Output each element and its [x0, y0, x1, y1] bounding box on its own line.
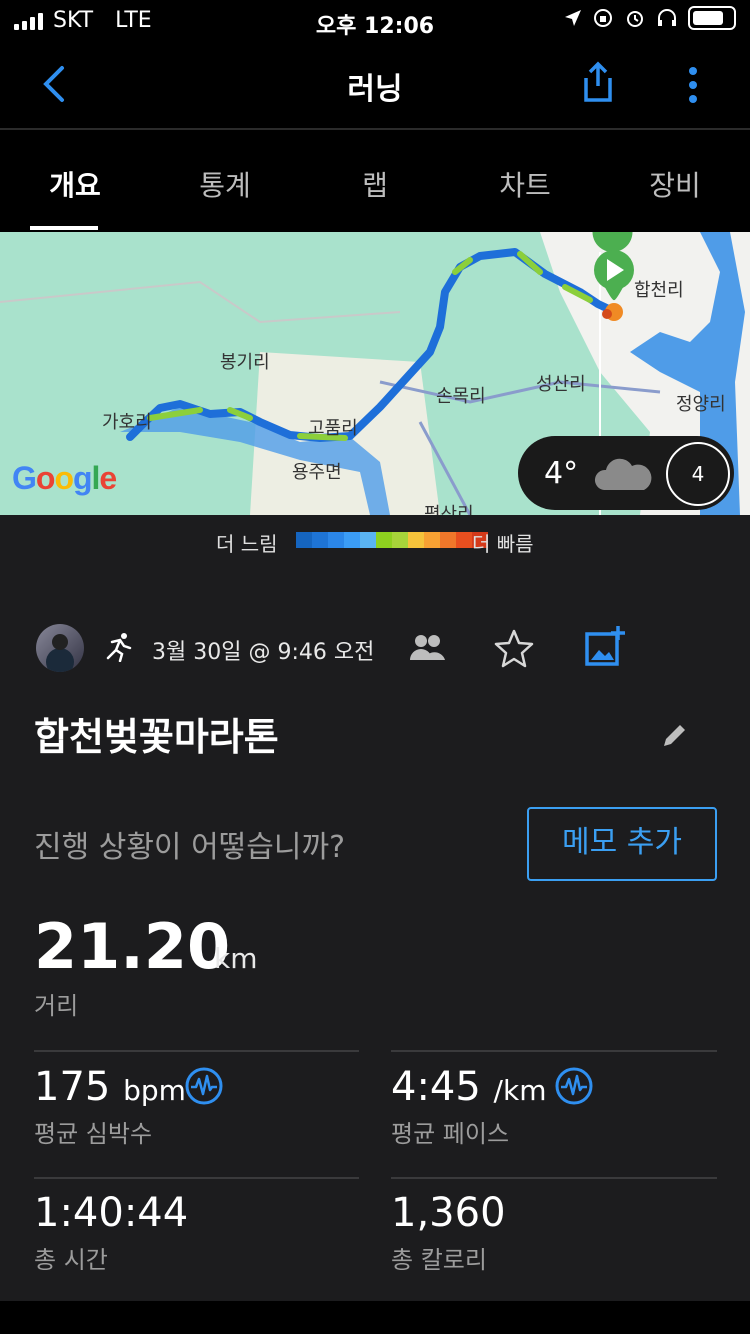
alarm-icon	[627, 11, 643, 27]
add-memo-button[interactable]: 메모 추가	[527, 807, 717, 881]
pace-stat[interactable]: 4:45 /km	[391, 1064, 546, 1110]
pace-legend: 더 느림 더 빠름	[0, 522, 750, 562]
activity-date: 3월 30일 @ 9:46 오전	[152, 640, 375, 665]
pace-color-swatch	[376, 532, 392, 548]
map-label-pyeongsan: 평산리	[424, 504, 474, 515]
pace-color-swatch	[408, 532, 424, 548]
legend-slow-label: 더 느림	[216, 532, 278, 556]
heart-rate-chart-icon[interactable]	[184, 1066, 224, 1106]
heart-rate-value: 175	[34, 1064, 111, 1110]
pace-color-swatch	[296, 532, 312, 548]
running-icon	[106, 633, 132, 662]
heart-rate-label: 평균 심박수	[34, 1120, 153, 1148]
location-arrow-icon	[565, 10, 581, 26]
heart-rate-unit: bpm	[123, 1074, 186, 1107]
pace-color-swatch	[392, 532, 408, 548]
rotation-lock-icon	[594, 9, 612, 27]
pace-color-swatch	[328, 532, 344, 548]
people-icon[interactable]	[408, 632, 446, 662]
divider	[34, 1177, 359, 1179]
page-title: 러닝	[347, 72, 403, 107]
google-logo: Google	[12, 460, 117, 496]
tab-stats[interactable]: 통계	[150, 130, 300, 230]
pace-color-scale	[296, 532, 488, 548]
activity-title: 합천벚꽃마라톤	[34, 715, 279, 759]
total-time-value: 1:40:44	[34, 1190, 189, 1236]
divider	[391, 1177, 717, 1179]
edit-pencil-icon[interactable]	[660, 720, 690, 750]
tab-gear[interactable]: 장비	[600, 130, 750, 230]
pace-color-swatch	[312, 532, 328, 548]
map-label-seongsan: 성산리	[536, 374, 586, 395]
nav-bar: 러닝	[0, 40, 750, 130]
pace-label: 평균 페이스	[391, 1120, 510, 1148]
map-label-jeongyang: 정양리	[676, 394, 726, 415]
map-label-sonmok: 손목리	[436, 386, 486, 407]
avatar[interactable]	[36, 624, 84, 672]
distance-unit: km	[214, 942, 258, 975]
pace-chart-icon[interactable]	[554, 1066, 594, 1106]
map-label-gaho: 가호리	[102, 412, 152, 433]
add-photo-icon[interactable]	[584, 624, 628, 668]
distance-label: 거리	[34, 992, 79, 1020]
status-bar: SKT LTE 오후 12:06	[0, 0, 750, 40]
tab-bar: 개요 통계 랩 차트 장비	[0, 130, 750, 230]
divider	[34, 1050, 359, 1052]
cloud-icon	[594, 458, 652, 490]
share-icon[interactable]	[578, 60, 618, 104]
pace-unit: /km	[493, 1074, 547, 1107]
pace-color-swatch	[344, 532, 360, 548]
calories-label: 총 칼로리	[391, 1246, 487, 1274]
weather-badge: 4° 4	[518, 436, 734, 510]
star-icon[interactable]	[494, 628, 534, 668]
total-time-label: 총 시간	[34, 1246, 108, 1274]
battery-icon	[688, 6, 736, 30]
headphones-icon	[658, 9, 676, 26]
map-label-hapcheon: 합천리	[634, 280, 684, 301]
distance-value: 21.20	[34, 910, 231, 983]
tab-overview[interactable]: 개요	[0, 130, 150, 230]
heart-rate-stat[interactable]: 175 bpm	[34, 1064, 186, 1110]
pace-color-swatch	[440, 532, 456, 548]
tab-laps[interactable]: 랩	[300, 130, 450, 230]
pace-value: 4:45	[391, 1064, 481, 1110]
tab-charts[interactable]: 차트	[450, 130, 600, 230]
more-vertical-icon[interactable]	[686, 66, 700, 106]
weather-temp: 4°	[544, 456, 579, 491]
divider	[391, 1050, 717, 1052]
pace-color-swatch	[360, 532, 376, 548]
note-prompt: 진행 상황이 어떻습니까?	[34, 830, 345, 865]
calories-value: 1,360	[391, 1190, 506, 1236]
uv-index-badge: 4	[666, 442, 730, 506]
pace-color-swatch	[456, 532, 472, 548]
pace-color-swatch	[424, 532, 440, 548]
status-right	[564, 6, 736, 30]
map-label-gopum: 고품리	[308, 418, 358, 439]
map-label-bonggi: 봉기리	[220, 352, 270, 373]
legend-fast-label: 더 빠름	[472, 532, 534, 556]
map-label-yongju: 용주면	[292, 462, 342, 483]
